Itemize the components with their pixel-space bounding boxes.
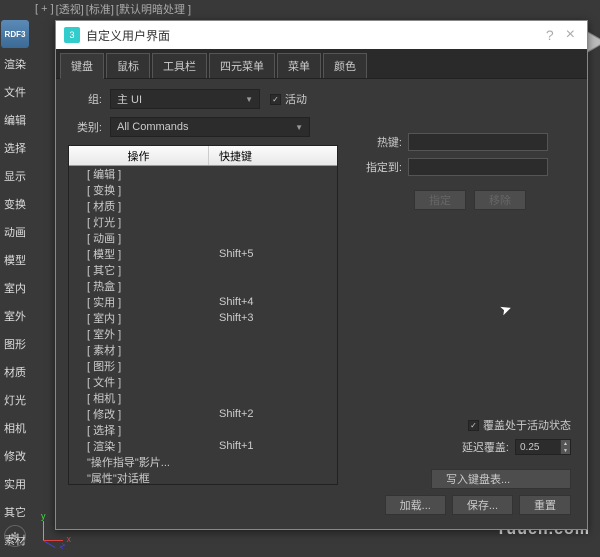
viewport-standard[interactable]: [标准] bbox=[86, 1, 114, 17]
table-row[interactable]: [ 其它 ] bbox=[69, 262, 337, 278]
table-row[interactable]: [ 室外 ] bbox=[69, 326, 337, 342]
assigned-label: 指定到: bbox=[356, 159, 408, 175]
table-body[interactable]: [ 编辑 ][ 变换 ][ 材质 ][ 灯光 ][ 动画 ][ 模型 ]Shif… bbox=[69, 166, 337, 484]
side-btn-shape[interactable]: 图形 bbox=[0, 330, 30, 358]
side-btn-modify[interactable]: 修改 bbox=[0, 442, 30, 470]
table-row[interactable]: [ 渲染 ]Shift+1 bbox=[69, 438, 337, 454]
side-btn-anim[interactable]: 动画 bbox=[0, 218, 30, 246]
side-btn-material[interactable]: 材质 bbox=[0, 358, 30, 386]
delay-label: 延迟覆盖: bbox=[462, 439, 509, 455]
table-row[interactable]: [ 变换 ] bbox=[69, 182, 337, 198]
viewport-plus[interactable]: [ + ] bbox=[35, 3, 54, 15]
side-btn-model[interactable]: 模型 bbox=[0, 246, 30, 274]
tab-strip: 键盘 鼠标 工具栏 四元菜单 菜单 颜色 bbox=[56, 49, 587, 79]
chevron-down-icon: ▼ bbox=[295, 123, 303, 132]
side-btn-camera[interactable]: 相机 bbox=[0, 414, 30, 442]
col-action[interactable]: 操作 bbox=[69, 146, 209, 165]
side-btn-render[interactable]: 渲染 bbox=[0, 50, 30, 78]
gear-icon[interactable]: ✻ bbox=[4, 525, 26, 547]
side-btn-edit[interactable]: 编辑 bbox=[0, 106, 30, 134]
app-icon: 3 bbox=[64, 27, 80, 43]
override-label: 覆盖处于活动状态 bbox=[483, 417, 571, 433]
tab-toolbar[interactable]: 工具栏 bbox=[152, 53, 207, 78]
side-btn-display[interactable]: 显示 bbox=[0, 162, 30, 190]
table-row[interactable]: [ 修改 ]Shift+2 bbox=[69, 406, 337, 422]
side-btn-light[interactable]: 灯光 bbox=[0, 386, 30, 414]
delay-spinner[interactable]: 0.25 ▲▼ bbox=[515, 439, 571, 455]
side-btn-other[interactable]: 其它 bbox=[0, 498, 30, 526]
table-row[interactable]: [ 选择 ] bbox=[69, 422, 337, 438]
table-row[interactable]: [ 动画 ] bbox=[69, 230, 337, 246]
save-button[interactable]: 保存... bbox=[452, 495, 513, 515]
cursor-icon: ➤ bbox=[498, 300, 515, 320]
table-row[interactable]: [ 编辑 ] bbox=[69, 166, 337, 182]
table-row[interactable]: [ 素材 ] bbox=[69, 342, 337, 358]
load-button[interactable]: 加载... bbox=[385, 495, 446, 515]
commands-table: 操作 快捷键 [ 编辑 ][ 变换 ][ 材质 ][ 灯光 ][ 动画 ][ 模… bbox=[68, 145, 338, 485]
active-checkbox[interactable]: ✓ 活动 bbox=[270, 91, 307, 107]
rdf3-icon[interactable]: RDF3 bbox=[1, 20, 29, 48]
dialog-titlebar[interactable]: 3 自定义用户界面 ? × bbox=[56, 21, 587, 49]
chevron-down-icon: ▼ bbox=[245, 95, 253, 104]
side-btn-transform[interactable]: 变换 bbox=[0, 190, 30, 218]
group-label: 组: bbox=[68, 91, 110, 107]
close-button[interactable]: × bbox=[562, 26, 579, 44]
assign-button[interactable]: 指定 bbox=[414, 190, 466, 210]
reset-button[interactable]: 重置 bbox=[519, 495, 571, 515]
side-btn-indoor[interactable]: 室内 bbox=[0, 274, 30, 302]
side-btn-file[interactable]: 文件 bbox=[0, 78, 30, 106]
side-btn-utility[interactable]: 实用 bbox=[0, 470, 30, 498]
tab-menu[interactable]: 菜单 bbox=[277, 53, 321, 78]
dialog-title: 自定义用户界面 bbox=[86, 27, 546, 44]
side-btn-select[interactable]: 选择 bbox=[0, 134, 30, 162]
side-toolbar: RDF3 渲染 文件 编辑 选择 显示 变换 动画 模型 室内 室外 图形 材质… bbox=[0, 18, 30, 554]
col-shortcut[interactable]: 快捷键 bbox=[209, 146, 337, 165]
write-keyboard-button[interactable]: 写入键盘表... bbox=[431, 469, 571, 489]
table-row[interactable]: [ 文件 ] bbox=[69, 374, 337, 390]
side-btn-outdoor[interactable]: 室外 bbox=[0, 302, 30, 330]
override-checkbox[interactable]: ✓ bbox=[468, 420, 479, 431]
tab-mouse[interactable]: 鼠标 bbox=[106, 53, 150, 78]
remove-button[interactable]: 移除 bbox=[474, 190, 526, 210]
viewport-persp[interactable]: [透视] bbox=[56, 1, 84, 17]
viewport-label-bar: [ + ] [透视] [标准] [默认明暗处理 ] bbox=[35, 0, 191, 18]
table-row[interactable]: [ 灯光 ] bbox=[69, 214, 337, 230]
hotkey-input[interactable] bbox=[408, 133, 548, 151]
table-row[interactable]: [ 实用 ]Shift+4 bbox=[69, 294, 337, 310]
tab-quad[interactable]: 四元菜单 bbox=[209, 53, 275, 78]
viewport-shading[interactable]: [默认明暗处理 ] bbox=[116, 1, 191, 17]
table-row[interactable]: "操作指导"影片... bbox=[69, 454, 337, 470]
table-row[interactable]: [ 热盒 ] bbox=[69, 278, 337, 294]
group-dropdown[interactable]: 主 UI ▼ bbox=[110, 89, 260, 109]
table-row[interactable]: [ 图形 ] bbox=[69, 358, 337, 374]
table-row[interactable]: [ 材质 ] bbox=[69, 198, 337, 214]
category-label: 类别: bbox=[68, 119, 110, 135]
customize-ui-dialog: 3 自定义用户界面 ? × 键盘 鼠标 工具栏 四元菜单 菜单 颜色 组: 主 … bbox=[55, 20, 588, 530]
category-dropdown[interactable]: All Commands ▼ bbox=[110, 117, 310, 137]
table-row[interactable]: [ 室内 ]Shift+3 bbox=[69, 310, 337, 326]
help-button[interactable]: ? bbox=[546, 27, 554, 43]
table-row[interactable]: "属性"对话框 bbox=[69, 470, 337, 484]
table-row[interactable]: [ 模型 ]Shift+5 bbox=[69, 246, 337, 262]
tab-color[interactable]: 颜色 bbox=[323, 53, 367, 78]
hotkey-label: 热键: bbox=[356, 134, 408, 150]
assigned-input[interactable] bbox=[408, 158, 548, 176]
table-row[interactable]: [ 相机 ] bbox=[69, 390, 337, 406]
tab-keyboard[interactable]: 键盘 bbox=[60, 53, 104, 79]
